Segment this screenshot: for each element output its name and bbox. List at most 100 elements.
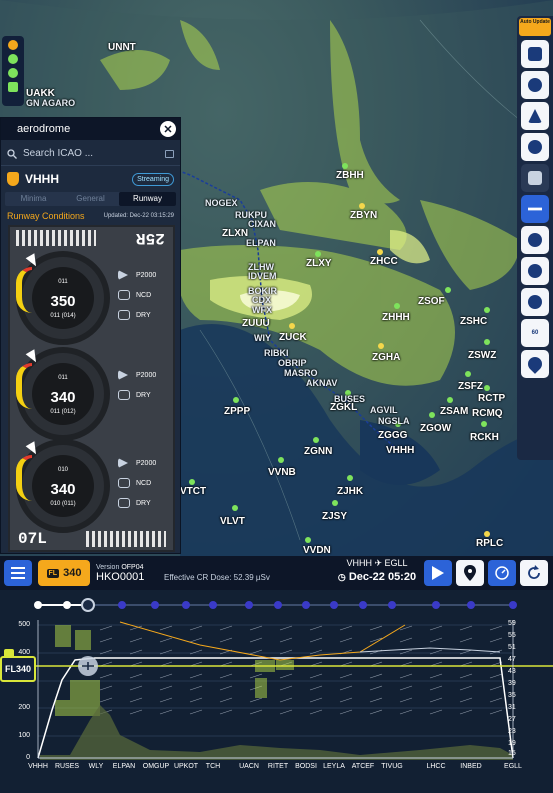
wind-gust: 010 (011) xyxy=(50,501,76,507)
location-icon[interactable] xyxy=(521,350,549,378)
right-tick-label: 59 xyxy=(508,620,516,627)
airplane-icon[interactable] xyxy=(521,195,549,223)
wind-gauge: 010 340 010 (011) xyxy=(16,439,110,533)
layers-icon[interactable]: 60 xyxy=(521,319,549,347)
profile-waypoint[interactable]: WLY xyxy=(89,763,104,770)
ofp-info: Version OFP04 HKO0001 xyxy=(96,564,156,583)
play-button[interactable] xyxy=(424,560,452,586)
y-tick-label: 500 xyxy=(18,621,30,628)
tab-general[interactable]: General xyxy=(62,192,119,206)
y-tick-label: 200 xyxy=(18,704,30,711)
streaming-badge[interactable]: Streaming xyxy=(132,172,174,186)
fl-tag[interactable]: FL340 xyxy=(0,649,36,682)
cloud-value: NCD xyxy=(136,291,152,299)
aerodrome-title: aerodrome xyxy=(17,123,71,135)
tab-runway[interactable]: Runway xyxy=(119,192,176,206)
surface-state: DRY xyxy=(136,391,151,399)
close-button[interactable]: ✕ xyxy=(160,121,176,137)
airport-shield-icon xyxy=(7,172,19,186)
refresh-button[interactable] xyxy=(520,560,548,586)
waypoint-label: AKNAV xyxy=(306,378,338,388)
timer-button[interactable] xyxy=(488,560,516,586)
airplane-icon: ✈ xyxy=(374,558,383,568)
rvr-value: P2000 xyxy=(136,271,157,279)
map-pin-button[interactable] xyxy=(456,560,484,586)
target-icon[interactable] xyxy=(521,288,549,316)
waypoint-label: GN AGARO xyxy=(26,98,76,108)
waypoint-label: RPLC xyxy=(476,538,504,549)
turbulence-icon[interactable] xyxy=(521,164,549,192)
wind-direction: 010 xyxy=(57,467,68,473)
crosswind-arc xyxy=(16,455,32,501)
waypoint-label: CIXAN xyxy=(248,219,277,229)
waypoint-label: ZUCK xyxy=(279,332,307,343)
tab-minima[interactable]: Minima xyxy=(5,192,62,206)
right-tick-label: 23 xyxy=(508,728,516,735)
volcano-icon[interactable] xyxy=(521,102,549,130)
search-bar[interactable]: Search ICAO ... xyxy=(1,142,180,166)
profile-waypoint[interactable]: ELPAN xyxy=(113,763,135,770)
waypoint-label: OBRIP xyxy=(278,358,307,368)
aerodrome-tabs: Minima General Runway xyxy=(5,192,176,206)
layers-count: 60 xyxy=(531,330,539,336)
flight-level-badge[interactable]: FL 340 xyxy=(38,560,90,586)
waypoint-label: RIBKI xyxy=(264,348,289,358)
profile-waypoint[interactable]: VHHH xyxy=(28,763,48,770)
waypoint-label: ZBYN xyxy=(350,210,378,221)
waypoint-label: WFX xyxy=(252,305,272,315)
menu-button[interactable] xyxy=(4,560,32,586)
search-input[interactable]: Search ICAO ... xyxy=(23,148,165,159)
profile-waypoint[interactable]: RUSES xyxy=(55,763,79,770)
departure-time: Dec-22 05:20 xyxy=(348,571,417,583)
right-tick-label: 27 xyxy=(508,716,516,723)
profile-waypoint[interactable]: EGLL xyxy=(504,763,522,770)
profile-waypoint[interactable]: OMGUP xyxy=(143,763,169,770)
runway-end-top: 25R xyxy=(10,227,173,249)
right-tick-label: 35 xyxy=(508,692,516,699)
rcr-icon xyxy=(118,498,130,508)
cosmic-radiation-dose: Effective CR Dose: 52.39 µSv xyxy=(164,572,270,582)
profile-waypoint[interactable]: LEYLA xyxy=(323,763,345,770)
compass-icon[interactable] xyxy=(521,226,549,254)
waypoint-label: ZGOW xyxy=(420,423,452,434)
map-pin-icon xyxy=(464,565,476,581)
waypoint-label: ZBHH xyxy=(336,170,364,181)
waypoint-label: IDVEM xyxy=(248,271,277,281)
waypoint-label: ZHHH xyxy=(382,312,410,323)
aerodrome-panel: aerodrome ✕ Search ICAO ... VHHH Streami… xyxy=(0,117,181,554)
wind-gauge: 011 350 011 (014) xyxy=(16,251,110,345)
keyboard-icon[interactable] xyxy=(165,149,174,158)
profile-waypoint[interactable]: TCH xyxy=(206,763,220,770)
vertical-profile[interactable]: 500 400 300 200 100 0 59 55 51 47 43 39 … xyxy=(0,590,553,793)
profile-waypoint[interactable]: TIVUG xyxy=(381,763,402,770)
aerodrome-header: aerodrome ✕ xyxy=(1,118,180,140)
cloud-icon xyxy=(118,290,130,300)
auto-update-button[interactable]: Auto Update xyxy=(519,18,551,36)
profile-waypoint[interactable]: BODSI xyxy=(295,763,317,770)
profile-waypoint[interactable]: UPKOT xyxy=(174,763,198,770)
wind-gauge: 011 340 011 (012) xyxy=(16,347,110,441)
radiation-icon[interactable] xyxy=(521,257,549,285)
document-icon[interactable] xyxy=(521,40,549,68)
runway-designator-top: 25R xyxy=(136,229,165,247)
profile-waypoint[interactable]: RITET xyxy=(268,763,288,770)
waypoint-label: RCKH xyxy=(470,432,499,443)
waypoint-label: ZHCC xyxy=(370,256,398,267)
waypoint-label: ELPAN xyxy=(246,238,276,248)
destination: EGLL xyxy=(384,558,408,568)
wind-value: 350 xyxy=(50,293,76,310)
right-tick-label: 55 xyxy=(508,632,516,639)
profile-waypoint[interactable]: UACN xyxy=(239,763,259,770)
wind-direction: 011 xyxy=(58,375,68,381)
profile-waypoint[interactable]: LHCC xyxy=(426,763,445,770)
timer-icon xyxy=(495,566,509,580)
alert-icon[interactable] xyxy=(8,40,18,50)
airport-icao: VHHH xyxy=(25,172,60,186)
profile-waypoint[interactable]: INBED xyxy=(460,763,481,770)
rvr-icon xyxy=(118,370,128,380)
cloud-icon[interactable] xyxy=(521,71,549,99)
cyclone-icon[interactable] xyxy=(521,133,549,161)
updated-time: Updated: Dec-22 03:15:29 xyxy=(103,213,174,219)
profile-waypoint[interactable]: ATCEF xyxy=(352,763,374,770)
fl-tag-value: FL340 xyxy=(5,664,32,674)
